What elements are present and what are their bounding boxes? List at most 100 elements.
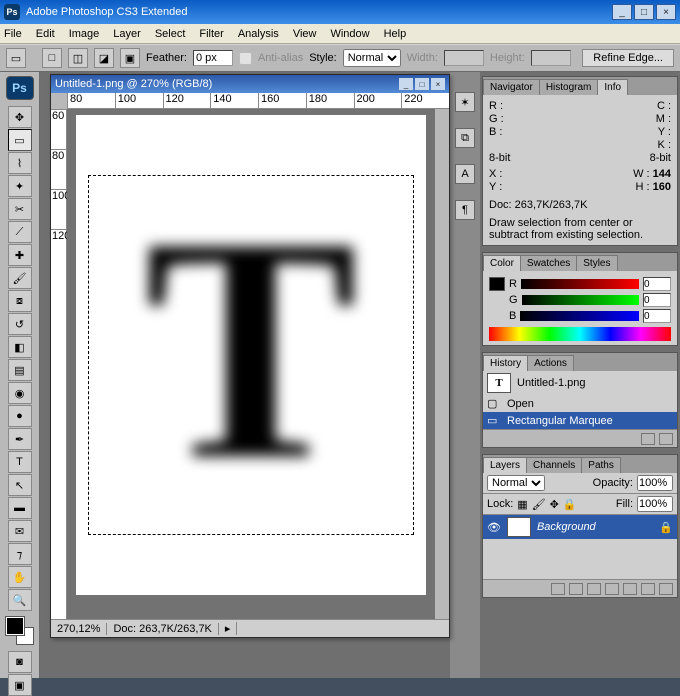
spectrum-bar[interactable] xyxy=(489,327,671,341)
dodge-tool[interactable]: ● xyxy=(8,405,32,427)
color-chip[interactable] xyxy=(489,277,505,291)
eye-icon[interactable]: 👁 xyxy=(487,521,501,534)
slice-tool[interactable]: ⟋ xyxy=(8,221,32,243)
heal-tool[interactable]: ✚ xyxy=(8,244,32,266)
tab-paths[interactable]: Paths xyxy=(581,457,621,473)
fx-icon[interactable] xyxy=(569,583,583,595)
zoom-tool[interactable]: 🔍 xyxy=(8,589,32,611)
menu-select[interactable]: Select xyxy=(155,28,186,40)
tab-swatches[interactable]: Swatches xyxy=(520,255,577,271)
menu-file[interactable]: File xyxy=(4,28,22,40)
mask-icon[interactable] xyxy=(587,583,601,595)
canvas[interactable]: T xyxy=(67,109,435,619)
type-tool[interactable]: T xyxy=(8,451,32,473)
tab-history[interactable]: History xyxy=(483,355,528,371)
r-input[interactable] xyxy=(643,277,671,291)
lock-all-icon[interactable]: 🔒 xyxy=(563,498,577,511)
link-icon[interactable] xyxy=(551,583,565,595)
dock-char-icon[interactable]: A xyxy=(455,164,475,184)
folder-icon[interactable] xyxy=(623,583,637,595)
maximize-button[interactable]: □ xyxy=(634,4,654,20)
hand-tool[interactable]: ✋ xyxy=(8,566,32,588)
dock-clone-icon[interactable]: ⧉ xyxy=(455,128,475,148)
marquee-tool[interactable]: ▭ xyxy=(8,129,32,151)
notes-tool[interactable]: ✉ xyxy=(8,520,32,542)
menu-window[interactable]: Window xyxy=(330,28,369,40)
opacity-input[interactable] xyxy=(637,475,673,491)
history-snapshot[interactable]: TUntitled-1.png xyxy=(483,371,677,395)
canvas-area: Untitled-1.png @ 270% (RGB/8) _ □ × 8010… xyxy=(40,72,450,678)
fg-color[interactable] xyxy=(6,617,24,635)
sel-new-icon[interactable]: □ xyxy=(42,48,62,68)
lock-trans-icon[interactable]: ▦ xyxy=(517,498,527,511)
brush-tool[interactable]: 🖌 xyxy=(8,267,32,289)
tab-layers[interactable]: Layers xyxy=(483,457,527,473)
stamp-tool[interactable]: ⧇ xyxy=(8,290,32,312)
path-tool[interactable]: ↖ xyxy=(8,474,32,496)
tab-channels[interactable]: Channels xyxy=(526,457,582,473)
color-swatch[interactable] xyxy=(6,617,34,645)
quickmask-tool[interactable]: ◙ xyxy=(8,651,32,673)
history-item[interactable]: ▢Open xyxy=(483,395,677,412)
sel-int-icon[interactable]: ▣ xyxy=(120,48,140,68)
close-button[interactable]: × xyxy=(656,4,676,20)
tab-styles[interactable]: Styles xyxy=(576,255,617,271)
sel-sub-icon[interactable]: ◪ xyxy=(94,48,114,68)
adjust-icon[interactable] xyxy=(605,583,619,595)
tab-navigator[interactable]: Navigator xyxy=(483,79,540,95)
shape-tool[interactable]: ▬ xyxy=(8,497,32,519)
doc-close-button[interactable]: × xyxy=(431,78,445,90)
feather-input[interactable] xyxy=(193,50,233,66)
lasso-tool[interactable]: ⌇ xyxy=(8,152,32,174)
g-input[interactable] xyxy=(643,293,671,307)
tab-histogram[interactable]: Histogram xyxy=(539,79,599,95)
menu-view[interactable]: View xyxy=(293,28,317,40)
eraser-tool[interactable]: ◧ xyxy=(8,336,32,358)
menu-edit[interactable]: Edit xyxy=(36,28,55,40)
menu-analysis[interactable]: Analysis xyxy=(238,28,279,40)
doc-max-button[interactable]: □ xyxy=(415,78,429,90)
blur-tool[interactable]: ◉ xyxy=(8,382,32,404)
marquee-preset-icon[interactable]: ▭ xyxy=(6,48,26,68)
layer-row[interactable]: 👁 T Background 🔒 xyxy=(483,515,677,539)
dock-brushes-icon[interactable]: ✶ xyxy=(455,92,475,112)
screenmode-tool[interactable]: ▣ xyxy=(8,674,32,696)
minimize-button[interactable]: _ xyxy=(612,4,632,20)
dock-para-icon[interactable]: ¶ xyxy=(455,200,475,220)
doc-titlebar[interactable]: Untitled-1.png @ 270% (RGB/8) _ □ × xyxy=(51,75,449,93)
tab-actions[interactable]: Actions xyxy=(527,355,574,371)
doc-min-button[interactable]: _ xyxy=(399,78,413,90)
eyedropper-tool[interactable]: ⁊ xyxy=(8,543,32,565)
style-select[interactable]: Normal xyxy=(343,49,401,67)
pen-tool[interactable]: ✒ xyxy=(8,428,32,450)
menu-filter[interactable]: Filter xyxy=(199,28,223,40)
b-input[interactable] xyxy=(643,309,671,323)
fill-input[interactable] xyxy=(637,496,673,512)
blend-mode-select[interactable]: Normal xyxy=(487,475,545,491)
gradient-tool[interactable]: ▤ xyxy=(8,359,32,381)
menu-help[interactable]: Help xyxy=(384,28,407,40)
lock-pos-icon[interactable]: ✥ xyxy=(550,498,559,511)
r-slider[interactable] xyxy=(521,279,639,289)
status-arrow-icon[interactable]: ▸ xyxy=(219,622,238,635)
lock-paint-icon[interactable]: 🖌 xyxy=(532,498,546,511)
zoom-level[interactable]: 270,12% xyxy=(51,623,107,635)
g-slider[interactable] xyxy=(522,295,639,305)
refine-edge-button[interactable]: Refine Edge... xyxy=(582,49,674,67)
crop-tool[interactable]: ✂ xyxy=(8,198,32,220)
wand-tool[interactable]: ✦ xyxy=(8,175,32,197)
trash-icon[interactable] xyxy=(659,583,673,595)
tab-info[interactable]: Info xyxy=(597,79,628,95)
menu-image[interactable]: Image xyxy=(69,28,100,40)
new-snap-icon[interactable] xyxy=(641,433,655,445)
delete-icon[interactable] xyxy=(659,433,673,445)
menu-layer[interactable]: Layer xyxy=(113,28,141,40)
history-item[interactable]: ▭Rectangular Marquee xyxy=(483,412,677,429)
sel-add-icon[interactable]: ◫ xyxy=(68,48,88,68)
move-tool[interactable]: ✥ xyxy=(8,106,32,128)
history-brush-tool[interactable]: ↺ xyxy=(8,313,32,335)
info-panel: Navigator Histogram Info R :C : G :M : B… xyxy=(482,76,678,246)
tab-color[interactable]: Color xyxy=(483,255,521,271)
new-layer-icon[interactable] xyxy=(641,583,655,595)
b-slider[interactable] xyxy=(520,311,639,321)
